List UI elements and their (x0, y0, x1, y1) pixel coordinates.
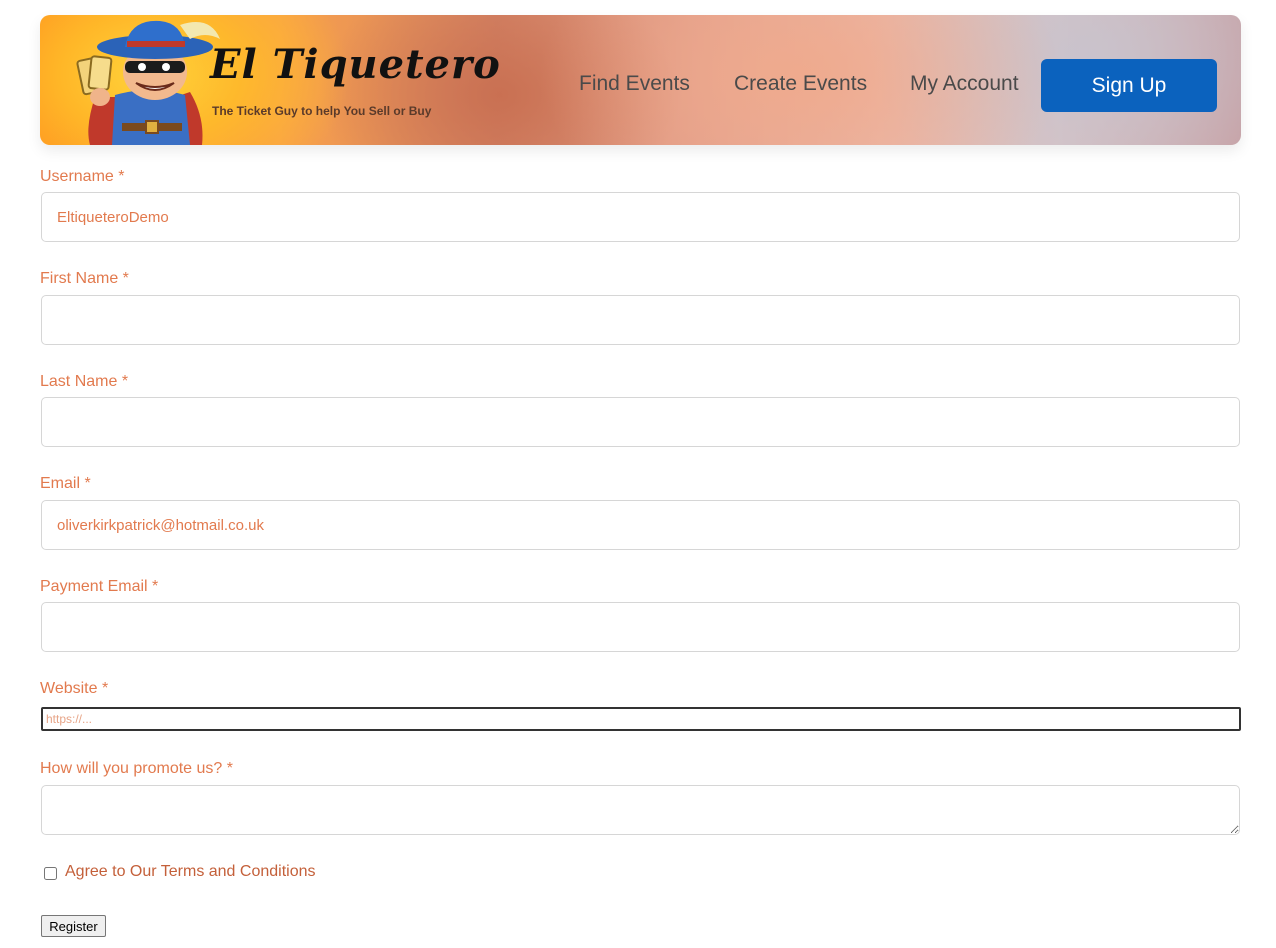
first-name-input[interactable] (41, 295, 1240, 345)
site-header: El Tiquetero The Ticket Guy to help You … (40, 15, 1241, 145)
promote-textarea[interactable] (41, 785, 1240, 835)
website-label: Website * (40, 680, 109, 697)
nav-create-events[interactable]: Create Events (734, 72, 867, 96)
first-name-label: First Name * (40, 270, 129, 287)
sign-up-button[interactable]: Sign Up (1041, 59, 1217, 112)
username-input[interactable] (41, 192, 1240, 242)
terms-label[interactable]: Agree to Our Terms and Conditions (65, 863, 316, 881)
email-input[interactable] (41, 500, 1240, 550)
terms-checkbox[interactable] (44, 867, 57, 880)
last-name-input[interactable] (41, 397, 1240, 447)
email-label: Email * (40, 475, 91, 492)
register-button[interactable]: Register (41, 915, 106, 937)
payment-email-label: Payment Email * (40, 578, 159, 595)
nav-find-events[interactable]: Find Events (579, 72, 690, 96)
website-input[interactable] (41, 707, 1241, 731)
promote-label: How will you promote us? * (40, 760, 233, 777)
payment-email-input[interactable] (41, 602, 1240, 652)
username-label: Username * (40, 168, 125, 185)
logo-title: El Tiquetero (210, 41, 501, 88)
nav-my-account[interactable]: My Account (910, 72, 1019, 96)
last-name-label: Last Name * (40, 373, 129, 390)
logo-tagline: The Ticket Guy to help You Sell or Buy (212, 104, 432, 118)
